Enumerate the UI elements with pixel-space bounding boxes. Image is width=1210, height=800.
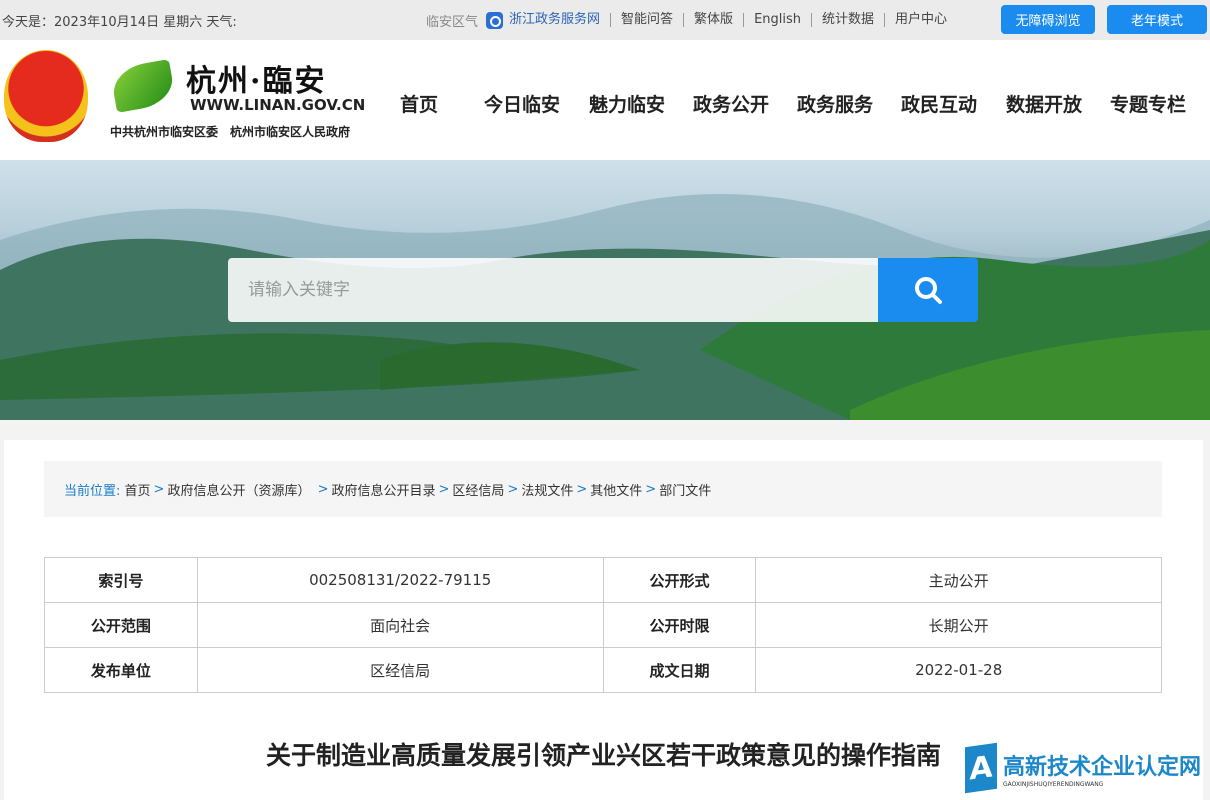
label-period: 公开时限 <box>602 602 757 648</box>
link-zhejiang-service[interactable]: 浙江政务服务网 <box>509 13 610 27</box>
label-index: 索引号 <box>44 557 198 603</box>
label-form: 公开形式 <box>602 557 757 603</box>
link-traditional[interactable]: 繁体版 <box>683 13 743 27</box>
banner <box>0 160 1210 420</box>
info-table: 索引号 002508131/2022-79115 公开形式 主动公开 公开范围 面向社会… <box>44 557 1162 693</box>
breadcrumb-item[interactable]: 部门文件 <box>659 480 711 499</box>
breadcrumb: 当前位置: 首页 > 政府信息公开（资源库） > 政府信息公开目录 > 区经信局 > … <box>44 461 1162 517</box>
logo-subtitle: 中共杭州市临安区委 杭州市临安区人民政府 <box>110 125 351 139</box>
breadcrumb-item[interactable]: 政府信息公开（资源库） <box>167 480 310 499</box>
accessible-button[interactable]: 无障碍浏览 <box>1001 5 1095 34</box>
nav-home[interactable]: 首页 <box>400 90 438 117</box>
value-date: 2022-01-28 <box>755 647 1162 693</box>
nav-charm[interactable]: 魅力临安 <box>589 90 665 117</box>
weather-text: 临安区气 <box>426 14 479 30</box>
label-scope: 公开范围 <box>44 602 198 648</box>
link-smart-qa[interactable]: 智能问答 <box>610 13 683 27</box>
logo-url: WWW.LINAN.GOV.CN <box>190 96 366 114</box>
search-icon <box>915 277 942 304</box>
value-period: 长期公开 <box>755 602 1162 648</box>
table-row: 公开范围 面向社会 公开时限 长期公开 <box>44 602 1162 648</box>
breadcrumb-item[interactable]: 区经信局 <box>452 480 504 499</box>
watermark-sub: GAOXINJISHUQIYERENDINGWANG <box>1003 780 1104 788</box>
nav-open-data[interactable]: 数据开放 <box>1006 90 1082 117</box>
breadcrumb-label: 当前位置: <box>64 483 121 499</box>
breadcrumb-item[interactable]: 其他文件 <box>590 480 642 499</box>
watermark-text: 高新技术企业认定网 <box>1003 754 1202 780</box>
link-statistics[interactable]: 统计数据 <box>811 13 884 27</box>
search-input[interactable] <box>228 258 878 322</box>
breadcrumb-item[interactable]: 政府信息公开目录 <box>332 480 436 499</box>
value-form: 主动公开 <box>755 557 1162 603</box>
logo-title: 杭州·臨安 <box>186 64 327 99</box>
table-row: 索引号 002508131/2022-79115 公开形式 主动公开 <box>44 557 1162 603</box>
elder-mode-button[interactable]: 老年模式 <box>1107 5 1207 34</box>
breadcrumb-item[interactable]: 法规文件 <box>521 480 573 499</box>
watermark-logo-icon: A <box>965 742 997 794</box>
label-publisher: 发布单位 <box>44 647 198 693</box>
search-button[interactable] <box>878 258 978 322</box>
nav-gov-open[interactable]: 政务公开 <box>693 90 769 117</box>
zhejiang-service-icon <box>486 11 504 29</box>
nav-gov-service[interactable]: 政务服务 <box>797 90 873 117</box>
value-index: 002508131/2022-79115 <box>196 557 604 603</box>
national-emblem-icon <box>4 50 88 142</box>
table-row: 发布单位 区经信局 成文日期 2022-01-28 <box>44 647 1162 693</box>
watermark: A 高新技术企业认定网 GAOXINJISHUQIYERENDINGWANG <box>965 742 1202 794</box>
nav-topics[interactable]: 专题专栏 <box>1110 90 1186 117</box>
date-weather: 今天是：2023年10月14日 星期六 天气: <box>2 14 237 30</box>
nav-today[interactable]: 今日临安 <box>484 90 560 117</box>
label-date: 成文日期 <box>602 647 757 693</box>
breadcrumb-item[interactable]: 首页 <box>125 480 151 499</box>
top-bar: 今天是：2023年10月14日 星期六 天气: 临安区气 浙江政务服务网 智能问… <box>0 0 1210 40</box>
nav-interaction[interactable]: 政民互动 <box>901 90 977 117</box>
value-publisher: 区经信局 <box>196 647 604 693</box>
value-scope: 面向社会 <box>196 602 604 648</box>
header: 杭州·臨安 WWW.LINAN.GOV.CN 中共杭州市临安区委 杭州市临安区人… <box>0 40 1210 160</box>
link-user-center[interactable]: 用户中心 <box>884 13 957 27</box>
ginkgo-logo-icon <box>109 59 177 113</box>
link-english[interactable]: English <box>743 13 811 27</box>
